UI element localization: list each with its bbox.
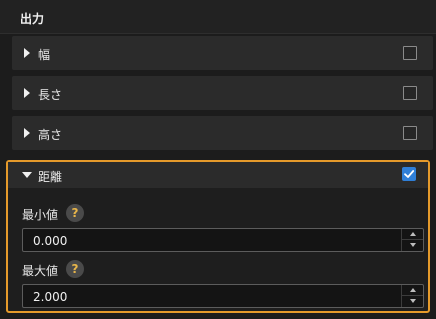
help-icon[interactable]: ? bbox=[66, 260, 84, 278]
max-value-spinbox[interactable]: 2.000 bbox=[22, 284, 424, 308]
min-value-input[interactable]: 0.000 bbox=[33, 234, 67, 248]
width-checkbox[interactable] bbox=[403, 46, 417, 60]
caret-right-icon[interactable] bbox=[24, 48, 30, 58]
section-height-label: 高さ bbox=[38, 128, 63, 142]
section-distance-label: 距離 bbox=[38, 170, 63, 184]
spin-down-icon[interactable] bbox=[402, 296, 423, 307]
spin-down-icon[interactable] bbox=[402, 240, 423, 251]
max-value-label: 最大値 bbox=[22, 264, 59, 278]
distance-checkbox[interactable] bbox=[402, 167, 416, 181]
caret-down-icon[interactable] bbox=[22, 172, 32, 178]
length-checkbox[interactable] bbox=[403, 86, 417, 100]
section-length[interactable]: 長さ bbox=[12, 76, 433, 110]
spin-up-icon[interactable] bbox=[402, 229, 423, 240]
min-value-label: 最小値 bbox=[22, 208, 59, 222]
section-width[interactable]: 幅 bbox=[12, 36, 433, 70]
section-distance-header[interactable]: 距離 bbox=[8, 162, 428, 188]
panel-title: 出力 bbox=[20, 12, 45, 26]
caret-right-icon[interactable] bbox=[24, 88, 30, 98]
checkmark-icon bbox=[404, 170, 415, 178]
spin-buttons bbox=[401, 229, 423, 251]
section-distance: 距離 最小値 ? 0.000 最大値 ? 2.000 bbox=[6, 160, 430, 313]
help-icon[interactable]: ? bbox=[66, 204, 84, 222]
spin-buttons bbox=[401, 285, 423, 307]
min-value-spinbox[interactable]: 0.000 bbox=[22, 228, 424, 252]
spin-up-icon[interactable] bbox=[402, 285, 423, 296]
max-value-input[interactable]: 2.000 bbox=[33, 290, 67, 304]
section-height[interactable]: 高さ bbox=[12, 116, 433, 150]
output-panel-header: 出力 bbox=[0, 0, 436, 34]
section-width-label: 幅 bbox=[38, 48, 51, 62]
section-length-label: 長さ bbox=[38, 88, 63, 102]
height-checkbox[interactable] bbox=[403, 126, 417, 140]
caret-right-icon[interactable] bbox=[24, 128, 30, 138]
